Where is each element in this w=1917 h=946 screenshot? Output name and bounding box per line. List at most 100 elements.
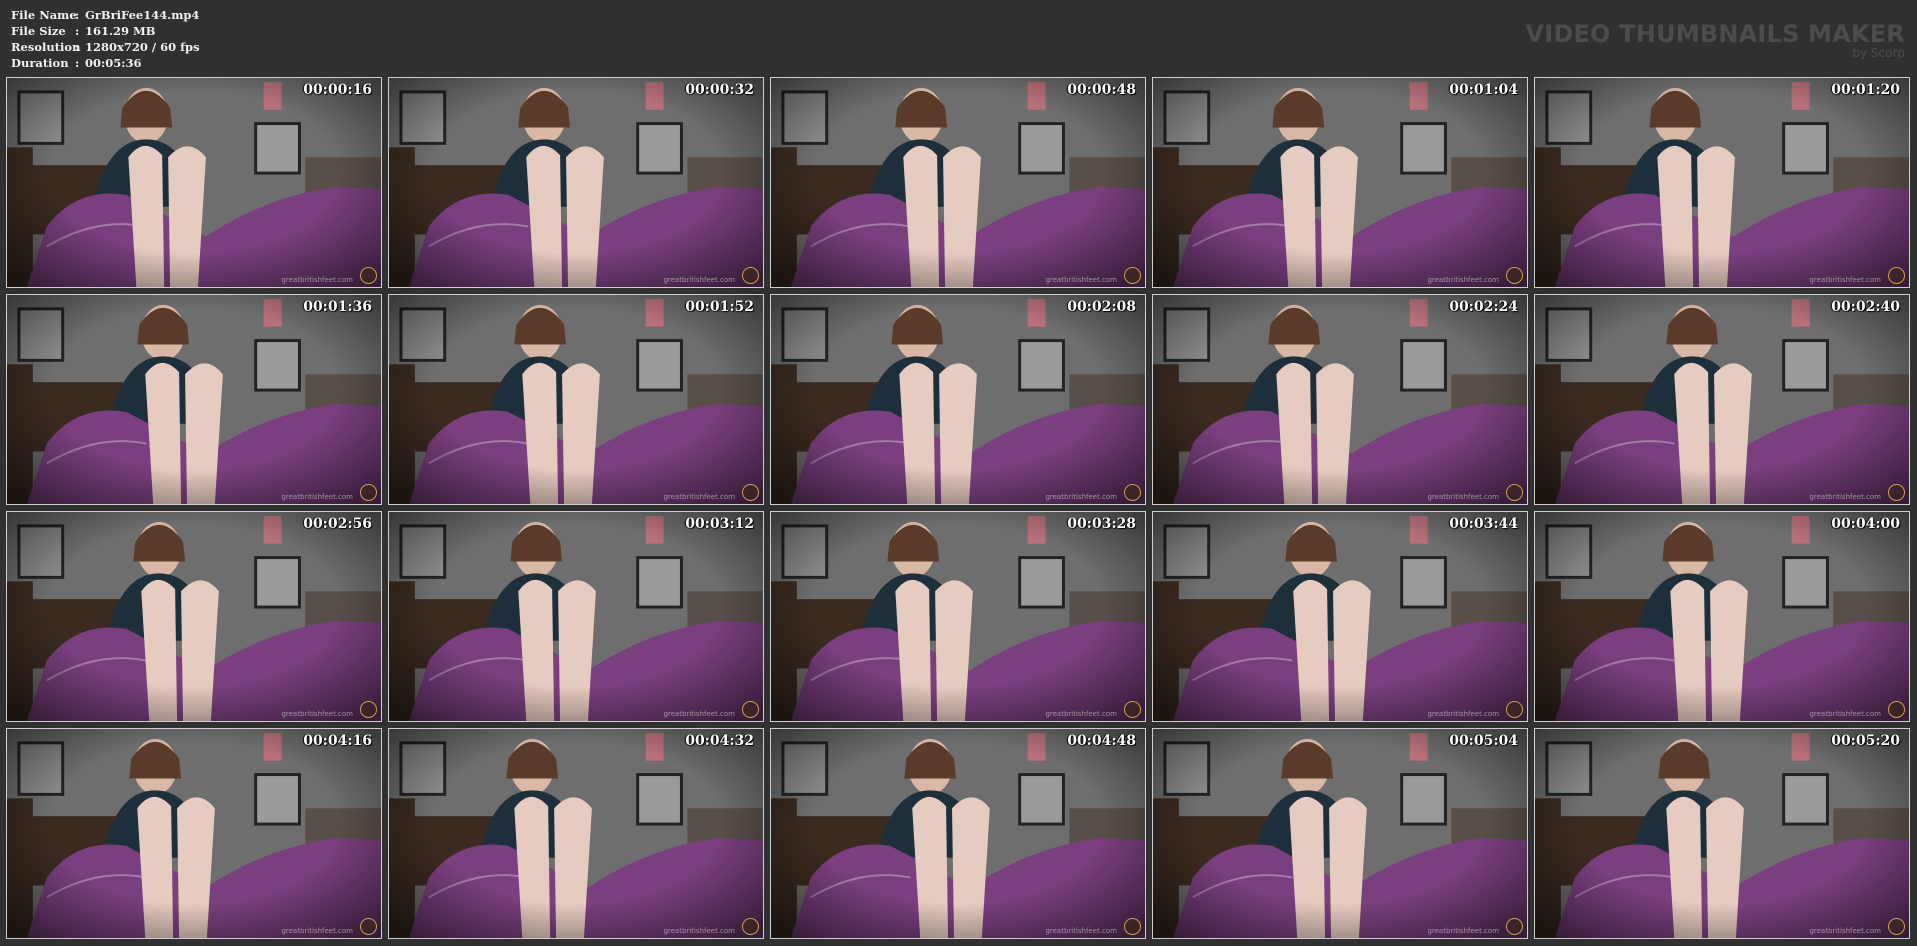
watermark-text: greatbritishfeet.com [281, 710, 353, 718]
video-thumbnail[interactable]: 00:03:12 greatbritishfeet.com [388, 511, 764, 722]
watermark-text: greatbritishfeet.com [1809, 927, 1881, 935]
watermark-text: greatbritishfeet.com [281, 927, 353, 935]
timestamp-label: 00:02:24 [1449, 299, 1518, 315]
frame-image [1535, 78, 1909, 287]
file-info-panel: File Name : GrBriFee144.mp4 File Size : … [11, 7, 200, 71]
file-name-value: GrBriFee144.mp4 [85, 8, 200, 22]
timestamp-label: 00:00:32 [685, 82, 754, 98]
frame-image [1535, 512, 1909, 721]
watermark-logo-icon [1124, 484, 1141, 501]
watermark-text: greatbritishfeet.com [1427, 493, 1499, 501]
video-thumbnail[interactable]: 00:04:32 greatbritishfeet.com [388, 728, 764, 939]
video-thumbnail[interactable]: 00:04:48 greatbritishfeet.com [770, 728, 1146, 939]
timestamp-label: 00:03:28 [1067, 516, 1136, 532]
watermark-logo-icon [1506, 701, 1523, 718]
frame-image [389, 78, 763, 287]
resolution-label: Resolution [11, 40, 81, 54]
frame-image [1153, 295, 1527, 504]
file-size-row: File Size : 161.29 MB [11, 23, 200, 39]
video-thumbnail[interactable]: 00:02:24 greatbritishfeet.com [1152, 294, 1528, 505]
brand-subtitle: by Scorp [1852, 46, 1905, 60]
watermark-text: greatbritishfeet.com [663, 493, 735, 501]
watermark-logo-icon [1888, 267, 1905, 284]
video-thumbnail[interactable]: 00:00:48 greatbritishfeet.com [770, 77, 1146, 288]
timestamp-label: 00:01:20 [1831, 82, 1900, 98]
watermark-logo-icon [1506, 267, 1523, 284]
watermark-logo-icon [1124, 701, 1141, 718]
video-thumbnail[interactable]: 00:03:44 greatbritishfeet.com [1152, 511, 1528, 722]
frame-image [389, 729, 763, 938]
frame-image [1535, 729, 1909, 938]
frame-image [389, 512, 763, 721]
watermark-logo-icon [1124, 267, 1141, 284]
timestamp-label: 00:04:48 [1067, 733, 1136, 749]
frame-image [1153, 729, 1527, 938]
watermark-logo-icon [1888, 918, 1905, 935]
video-thumbnail[interactable]: 00:01:52 greatbritishfeet.com [388, 294, 764, 505]
watermark-logo-icon [1888, 484, 1905, 501]
separator: : [75, 56, 80, 70]
video-thumbnail[interactable]: 00:01:36 greatbritishfeet.com [6, 294, 382, 505]
separator: : [75, 8, 80, 22]
frame-image [771, 512, 1145, 721]
watermark-logo-icon [742, 918, 759, 935]
duration-row: Duration : 00:05:36 [11, 55, 200, 71]
timestamp-label: 00:04:16 [303, 733, 372, 749]
watermark-logo-icon [360, 701, 377, 718]
watermark-logo-icon [360, 267, 377, 284]
file-size-label: File Size [11, 24, 66, 38]
video-thumbnail[interactable]: 00:05:04 greatbritishfeet.com [1152, 728, 1528, 939]
watermark-logo-icon [1506, 484, 1523, 501]
frame-image [7, 729, 381, 938]
watermark-text: greatbritishfeet.com [281, 493, 353, 501]
frame-image [771, 729, 1145, 938]
timestamp-label: 00:02:56 [303, 516, 372, 532]
frame-image [7, 78, 381, 287]
frame-image [1153, 78, 1527, 287]
thumbnail-grid: 00:00:16 greatbritishfeet.com 00:00:32 gre… [6, 77, 1911, 940]
video-thumbnail[interactable]: 00:02:40 greatbritishfeet.com [1534, 294, 1910, 505]
timestamp-label: 00:03:44 [1449, 516, 1518, 532]
timestamp-label: 00:01:36 [303, 299, 372, 315]
video-thumbnail[interactable]: 00:04:00 greatbritishfeet.com [1534, 511, 1910, 722]
video-thumbnail[interactable]: 00:00:16 greatbritishfeet.com [6, 77, 382, 288]
file-name-label: File Name [11, 8, 77, 22]
timestamp-label: 00:00:16 [303, 82, 372, 98]
timestamp-label: 00:01:04 [1449, 82, 1518, 98]
watermark-logo-icon [742, 267, 759, 284]
watermark-logo-icon [360, 484, 377, 501]
frame-image [389, 295, 763, 504]
watermark-text: greatbritishfeet.com [1045, 927, 1117, 935]
video-thumbnail[interactable]: 00:01:04 greatbritishfeet.com [1152, 77, 1528, 288]
frame-image [771, 295, 1145, 504]
video-thumbnail[interactable]: 00:04:16 greatbritishfeet.com [6, 728, 382, 939]
video-thumbnail[interactable]: 00:02:08 greatbritishfeet.com [770, 294, 1146, 505]
watermark-logo-icon [1124, 918, 1141, 935]
video-thumbnail[interactable]: 00:03:28 greatbritishfeet.com [770, 511, 1146, 722]
frame-image [7, 295, 381, 504]
watermark-text: greatbritishfeet.com [281, 276, 353, 284]
timestamp-label: 00:01:52 [685, 299, 754, 315]
timestamp-label: 00:04:00 [1831, 516, 1900, 532]
timestamp-label: 00:00:48 [1067, 82, 1136, 98]
watermark-text: greatbritishfeet.com [1809, 276, 1881, 284]
timestamp-label: 00:03:12 [685, 516, 754, 532]
watermark-logo-icon [742, 701, 759, 718]
video-thumbnail[interactable]: 00:01:20 greatbritishfeet.com [1534, 77, 1910, 288]
watermark-text: greatbritishfeet.com [1045, 493, 1117, 501]
brand-title: VIDEO THUMBNAILS MAKER [1525, 20, 1905, 48]
video-thumbnail[interactable]: 00:05:20 greatbritishfeet.com [1534, 728, 1910, 939]
separator: : [75, 24, 80, 38]
timestamp-label: 00:02:40 [1831, 299, 1900, 315]
watermark-text: greatbritishfeet.com [1809, 710, 1881, 718]
file-name-row: File Name : GrBriFee144.mp4 [11, 7, 200, 23]
watermark-text: greatbritishfeet.com [663, 276, 735, 284]
file-size-value: 161.29 MB [85, 24, 156, 38]
watermark-logo-icon [1506, 918, 1523, 935]
video-thumbnail[interactable]: 00:02:56 greatbritishfeet.com [6, 511, 382, 722]
watermark-text: greatbritishfeet.com [1427, 927, 1499, 935]
frame-image [1153, 512, 1527, 721]
video-thumbnail[interactable]: 00:00:32 greatbritishfeet.com [388, 77, 764, 288]
frame-image [7, 512, 381, 721]
frame-image [771, 78, 1145, 287]
